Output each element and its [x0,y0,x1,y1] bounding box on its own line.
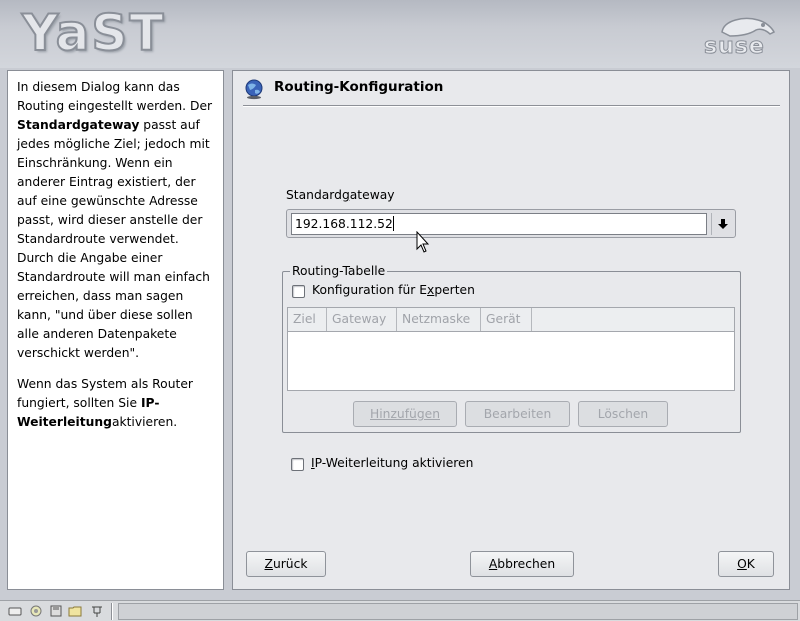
routing-table[interactable]: Ziel Gateway Netzmaske Gerät [287,307,735,391]
edit-route-button[interactable]: Bearbeiten [465,401,570,427]
suse-wordmark: suse [704,34,765,60]
back-button[interactable]: Zurück [246,551,326,577]
gateway-input[interactable]: 192.168.112.52 [291,213,707,235]
gateway-dropdown-button[interactable] [711,213,733,235]
taskbar [0,600,800,621]
help-paragraph-1: In diesem Dialog kann das Routing einges… [17,80,213,360]
column-geraet[interactable]: Gerät [481,308,532,331]
gateway-combobox[interactable]: 192.168.112.52 [286,209,736,238]
ip-forwarding-checkbox[interactable] [291,458,304,471]
help-paragraph-2: Wenn das System als Router fungiert, sol… [17,377,193,429]
gateway-label: Standardgateway [286,188,395,202]
column-netzmaske[interactable]: Netzmaske [397,308,481,331]
title-divider [243,105,780,107]
column-gateway[interactable]: Gateway [327,308,397,331]
network-icon[interactable] [90,604,104,618]
yast-logo: YaST [21,3,166,63]
taskbar-task-area[interactable] [118,603,798,620]
arrow-down-icon [717,219,728,229]
delete-route-button[interactable]: Löschen [578,401,668,427]
yast-header: YaST suse [0,0,800,68]
routing-table-title: Routing-Tabelle [290,264,388,278]
ok-button[interactable]: OK [718,551,774,577]
expert-config-checkbox[interactable] [292,285,305,298]
routing-table-header: Ziel Gateway Netzmaske Gerät [288,308,734,332]
disk-icon[interactable] [49,604,63,618]
ip-forwarding-label[interactable]: IP-Weiterleitung aktivieren [311,456,473,470]
gear-icon[interactable] [29,604,43,618]
text-caret [392,216,394,231]
column-ziel[interactable]: Ziel [288,308,327,331]
add-route-button[interactable]: Hinzufügen [353,401,457,427]
dialog-title: Routing-Konfiguration [274,79,444,95]
routing-dialog: Routing-Konfiguration Standardgateway 19… [232,70,790,590]
folder-icon[interactable] [68,604,82,618]
expert-config-label[interactable]: Konfiguration für Experten [312,283,475,297]
help-panel: In diesem Dialog kann das Routing einges… [7,70,224,590]
keyboard-icon[interactable] [8,604,22,618]
globe-icon [245,79,263,100]
taskbar-separator [111,603,113,620]
cancel-button[interactable]: Abbrechen [470,551,574,577]
mouse-pointer-icon [416,231,430,253]
